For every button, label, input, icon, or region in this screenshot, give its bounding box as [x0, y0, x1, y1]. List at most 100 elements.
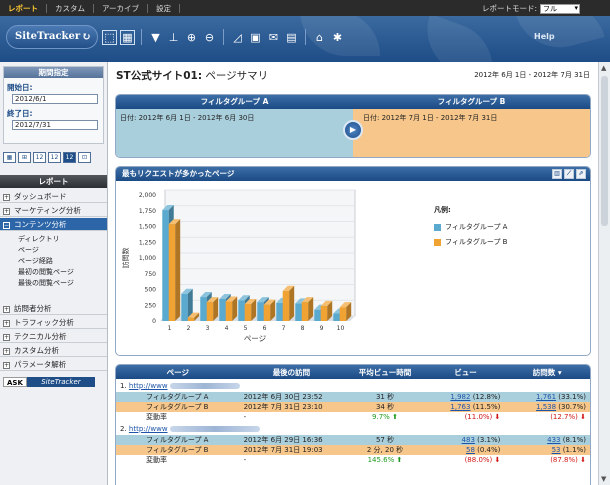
- report-mode-label: レポートモード:: [481, 4, 537, 13]
- y-tick-label: 1,000: [139, 255, 156, 262]
- col-last-visit[interactable]: 最後の訪問: [239, 365, 344, 379]
- preset-day-icon[interactable]: ▦: [3, 152, 16, 163]
- table-row: フィルタグループ A 2012年 6月 30日 23:52 31 秒 1,982…: [116, 392, 590, 402]
- home-icon[interactable]: ⌂: [312, 30, 327, 45]
- sidebar-item-marketing[interactable]: + マーケティング分析: [0, 204, 107, 217]
- sidebar-item-technical[interactable]: + テクニカル分析: [0, 330, 107, 343]
- vertical-scrollbar[interactable]: ▲ ▼: [598, 62, 610, 485]
- refresh-icon[interactable]: ↻: [82, 26, 91, 48]
- chart-icon[interactable]: ◿: [230, 30, 245, 45]
- ask-sitetracker-button[interactable]: ASK SiteTracker: [3, 377, 95, 387]
- sidebar-item-custom[interactable]: + カスタム分析: [0, 344, 107, 357]
- sidebar-item-label: カスタム分析: [14, 346, 59, 355]
- preset-year-icon[interactable]: 12: [63, 152, 76, 163]
- expand-icon[interactable]: +: [3, 348, 10, 355]
- bar-b-3: [206, 302, 214, 321]
- col-views[interactable]: ビュー: [426, 365, 505, 379]
- visits-cell: 1,761 (33.1%): [504, 392, 590, 402]
- col-page[interactable]: ページ: [116, 365, 240, 379]
- visits-link[interactable]: 1,761: [536, 393, 556, 401]
- collapse-icon[interactable]: −: [3, 222, 10, 229]
- sidebar-item-dashboard[interactable]: + ダッシュボード: [0, 190, 107, 203]
- expand-icon[interactable]: +: [3, 194, 10, 201]
- pin-icon[interactable]: ⊥: [166, 30, 181, 45]
- preset-custom-icon[interactable]: ⊡: [78, 152, 91, 163]
- preset-week-icon[interactable]: ⊞: [18, 152, 31, 163]
- change-rate-label: 変動率: [116, 455, 240, 465]
- bar-chart-icon[interactable]: ▥: [552, 169, 562, 179]
- start-date-input[interactable]: 2012/6/1: [12, 94, 98, 104]
- sidebar-item-traffic[interactable]: + トラフィック分析: [0, 316, 107, 329]
- col-visits[interactable]: 訪問数 ▾: [504, 365, 590, 379]
- x-tick-label: 4: [225, 325, 229, 332]
- sidebar-item-visitor[interactable]: + 訪問者分析: [0, 302, 107, 315]
- x-tick-label: 9: [320, 325, 324, 332]
- views-change: (11.0%) ⬇: [426, 412, 505, 422]
- page-url-link[interactable]: http://www: [129, 425, 168, 433]
- avg-change: 9.7% ⬆: [343, 412, 427, 422]
- report-mode-select[interactable]: フル: [540, 3, 580, 14]
- y-axis-label: 訪問数: [121, 248, 130, 269]
- nav-custom[interactable]: カスタム: [47, 3, 94, 13]
- page-url-link[interactable]: http://www: [129, 382, 168, 390]
- visits-link[interactable]: 1,538: [536, 403, 556, 411]
- sub-item-directory[interactable]: ディレクトリ: [18, 234, 60, 244]
- expand-icon[interactable]: +: [3, 208, 10, 215]
- views-cell: 483 (3.1%): [426, 435, 505, 445]
- sub-item-page[interactable]: ページ: [18, 245, 39, 255]
- visits-link[interactable]: 53: [552, 446, 561, 454]
- visits-link[interactable]: 433: [547, 436, 560, 444]
- x-tick-label: 1: [168, 325, 172, 332]
- chart-panel: 最もリクエストが多かったページ ▥ ⟋ ⇗ 0 250 500 750 1,000 1,2…: [115, 166, 591, 356]
- zoom-in-icon[interactable]: ⊕: [184, 30, 199, 45]
- sidebar-item-label: 訪問者分析: [14, 304, 52, 313]
- nav-settings[interactable]: 設定: [148, 3, 181, 13]
- sidebar-item-content[interactable]: − コンテンツ分析: [0, 218, 107, 231]
- expand-icon[interactable]: +: [3, 362, 10, 369]
- bar-a-2: [181, 293, 188, 321]
- sitetracker-logo[interactable]: SiteTracker ↻: [6, 25, 98, 49]
- report-title: レポート: [0, 175, 107, 188]
- sidebar-item-label: ダッシュボード: [14, 192, 67, 201]
- scroll-down-icon[interactable]: ▼: [601, 475, 606, 483]
- scroll-up-icon[interactable]: ▲: [601, 64, 606, 72]
- line-chart-icon[interactable]: ⟋: [564, 169, 574, 179]
- views-link[interactable]: 1,763: [450, 403, 470, 411]
- visits-change: (87.8%) ⬇: [504, 455, 590, 465]
- select-area-icon[interactable]: ⬚: [102, 29, 117, 45]
- calendar-icon[interactable]: ▦: [120, 29, 135, 45]
- legend-swatch-b: [434, 238, 441, 246]
- sidebar-item-parameter[interactable]: + パラメータ解析: [0, 358, 107, 371]
- save-icon[interactable]: ▣: [248, 30, 263, 45]
- end-date-input[interactable]: 2012/7/31: [12, 120, 98, 130]
- filter-icon[interactable]: ▼: [148, 30, 163, 45]
- filter-b-box[interactable]: 日付: 2012年 7月 1日 - 2012年 7月 31日: [353, 109, 590, 157]
- visits-pct: (8.1%): [562, 436, 586, 444]
- sub-item-exit-page[interactable]: 最後の閲覧ページ: [18, 278, 74, 288]
- views-link[interactable]: 483: [462, 436, 475, 444]
- period-presets: ▦ ⊞ 12 12 12 ⊡: [3, 152, 91, 163]
- export-icon[interactable]: ⇗: [576, 169, 586, 179]
- nav-report[interactable]: レポート: [0, 3, 47, 13]
- expand-icon[interactable]: +: [3, 306, 10, 313]
- views-link[interactable]: 58: [466, 446, 475, 454]
- help-link[interactable]: Help: [534, 32, 555, 41]
- sub-item-entry-page[interactable]: 最初の閲覧ページ: [18, 267, 74, 277]
- col-avg-view-time[interactable]: 平均ビュー時間: [343, 365, 427, 379]
- gear-icon[interactable]: ✱: [330, 30, 345, 45]
- scroll-thumb[interactable]: [601, 76, 608, 226]
- expand-icon[interactable]: +: [3, 334, 10, 341]
- filter-a-box[interactable]: 日付: 2012年 6月 1日 - 2012年 6月 30日: [116, 109, 353, 157]
- sort-desc-icon[interactable]: ▾: [558, 368, 562, 377]
- preset-quarter-icon[interactable]: 12: [48, 152, 61, 163]
- preset-month-icon[interactable]: 12: [33, 152, 46, 163]
- print-icon[interactable]: ▤: [284, 30, 299, 45]
- nav-archive[interactable]: アーカイブ: [94, 3, 149, 13]
- views-link[interactable]: 1,982: [450, 393, 470, 401]
- bar-b-7: [282, 290, 290, 321]
- expand-icon[interactable]: +: [3, 320, 10, 327]
- zoom-out-icon[interactable]: ⊖: [202, 30, 217, 45]
- play-compare-button[interactable]: ▶: [343, 120, 363, 140]
- mail-icon[interactable]: ✉: [266, 30, 281, 45]
- sub-item-page-path[interactable]: ページ経路: [18, 256, 53, 266]
